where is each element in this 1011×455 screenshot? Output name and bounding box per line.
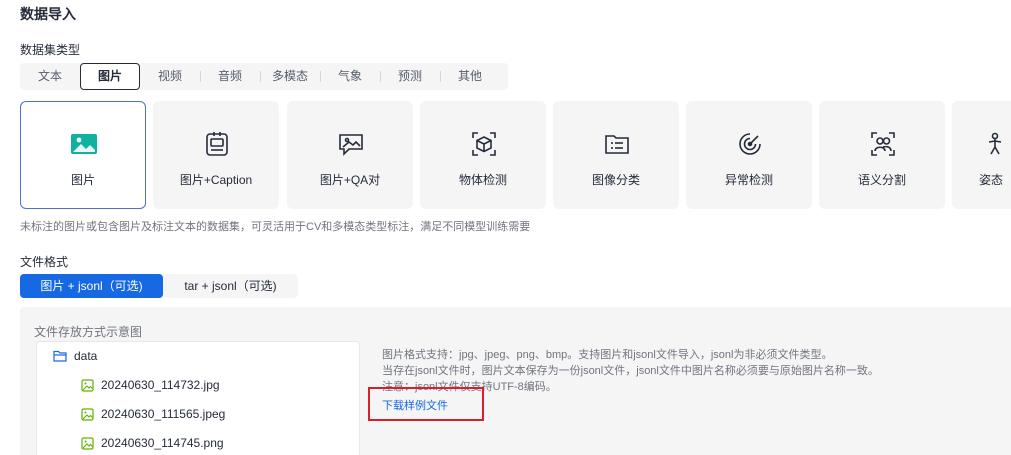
qa-icon (339, 134, 363, 156)
tree-file: 20240630_114745.png (81, 433, 224, 453)
folder-list-icon (605, 135, 629, 154)
card-semantic-segmentation[interactable]: 语义分割 (819, 101, 945, 209)
image-icon (71, 134, 97, 154)
card-label: 图片 (70, 173, 95, 187)
tree-file: 20240630_114732.jpg (81, 375, 220, 395)
file-format-label: 文件格式 (20, 255, 69, 269)
panel-title: 文件存放方式示意图 (34, 325, 143, 339)
tree-folder: data (53, 346, 97, 366)
info-line: 当存在jsonl文件时，图片文本保存为一份jsonl文件，jsonl文件中图片名… (382, 365, 879, 377)
tab-forecast[interactable]: 预测 (380, 63, 440, 90)
file-tree: data 20240630_114732.jpg 20240630_111565… (36, 341, 360, 455)
pose-icon (988, 132, 1002, 155)
card-pose[interactable]: 姿态 (952, 101, 1011, 209)
tab-weather[interactable]: 气象 (320, 63, 380, 90)
tab-image[interactable]: 图片 (80, 63, 140, 90)
tab-video[interactable]: 视频 (140, 63, 200, 90)
format-tar-jsonl-button[interactable]: tar + jsonl（可选) (163, 274, 298, 298)
card-image-classification[interactable]: 图像分类 (553, 101, 679, 209)
card-label: 异常检测 (724, 173, 773, 187)
image-file-icon (81, 378, 94, 392)
format-image-jsonl-button[interactable]: 图片 + jsonl（可选) (20, 274, 163, 298)
file-name: 20240630_114745.png (101, 436, 224, 450)
file-format-toggle: 图片 + jsonl（可选) tar + jsonl（可选) (20, 274, 298, 298)
cube-icon (472, 132, 496, 156)
file-name: 20240630_114732.jpg (101, 378, 220, 392)
dataset-type-tabs: 文本 图片 视频 音频 多模态 气象 预测 其他 (20, 63, 508, 90)
tab-audio[interactable]: 音频 (200, 63, 260, 90)
dataset-type-label: 数据集类型 (20, 43, 81, 57)
file-structure-panel: 文件存放方式示意图 data 20240630_114732.jpg 20240… (20, 307, 1011, 455)
file-name: 20240630_111565.jpeg (101, 407, 226, 421)
card-image-qa[interactable]: 图片+QA对 (287, 101, 413, 209)
card-anomaly-detection[interactable]: 异常检测 (686, 101, 812, 209)
target-icon (739, 133, 761, 155)
card-label: 图片+Caption (179, 173, 253, 187)
folder-icon (53, 350, 67, 362)
tree-file: 20240630_111565.jpeg (81, 404, 225, 424)
dataset-description: 未标注的图片或包含图片及标注文本的数据集，可灵活用于CV和多模态类型标注，满足不… (20, 221, 531, 233)
people-icon (871, 132, 895, 156)
folder-name: data (74, 349, 98, 363)
card-label: 图片+QA对 (319, 173, 381, 187)
tab-multimodal[interactable]: 多模态 (260, 63, 320, 90)
dataset-subtype-cards: 图片 图片+Caption 图片+QA对 物体检测 图像分类 异常检测 语义分割… (20, 101, 1011, 209)
card-image-caption[interactable]: 图片+Caption (153, 101, 279, 209)
info-line: 图片格式支持：jpg、jpeg、png、bmp。支持图片和jsonl文件导入，j… (382, 349, 833, 361)
card-label: 语义分割 (857, 173, 906, 187)
image-file-icon (81, 407, 94, 421)
tab-other[interactable]: 其他 (440, 63, 500, 90)
card-label: 姿态 (979, 173, 1004, 187)
card-label: 图像分类 (591, 173, 640, 187)
highlight-box (368, 387, 484, 421)
image-file-icon (81, 436, 94, 450)
card-label: 物体检测 (458, 173, 507, 187)
tab-text[interactable]: 文本 (20, 63, 80, 90)
card-image[interactable]: 图片 (20, 101, 146, 209)
caption-icon (206, 132, 228, 156)
card-object-detection[interactable]: 物体检测 (420, 101, 546, 209)
page-title: 数据导入 (20, 6, 76, 22)
